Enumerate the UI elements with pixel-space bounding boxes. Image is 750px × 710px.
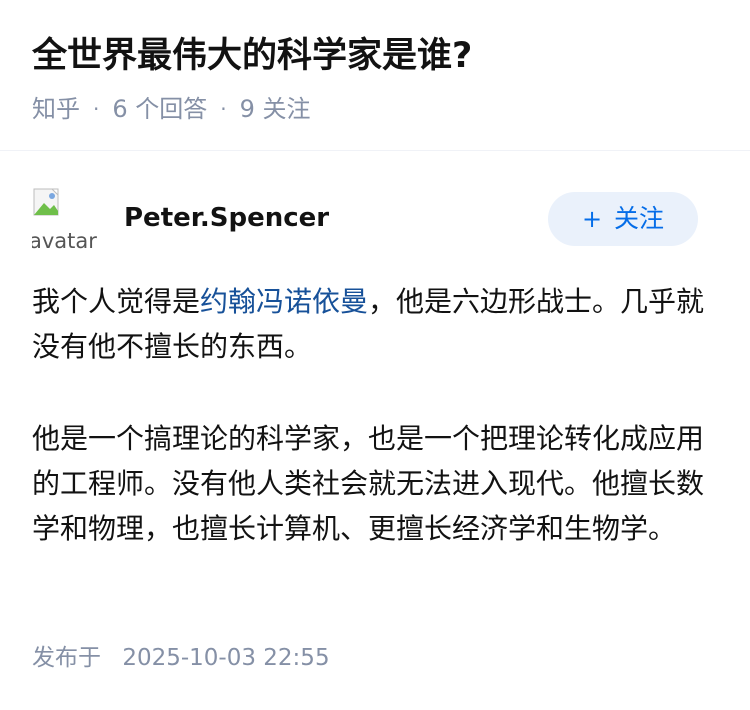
follow-label: 关注 xyxy=(614,204,665,233)
answer-paragraph: 我个人觉得是约翰冯诺依曼，他是六边形战士。几乎就没有他不擅长的东西。 xyxy=(32,279,712,369)
publish-info: 发布于 2025-10-03 22:55 xyxy=(32,641,330,675)
question-title[interactable]: 全世界最伟大的科学家是谁? xyxy=(32,30,718,82)
broken-image-icon xyxy=(33,188,59,216)
meta-separator: · xyxy=(93,97,100,121)
avatar-alt-text: avatar xyxy=(32,229,97,253)
question-header: 全世界最伟大的科学家是谁? 知乎 · 6 个回答 · 9 关注 xyxy=(0,0,750,150)
follow-button[interactable]: + 关注 xyxy=(548,192,698,246)
answer-count[interactable]: 6 个回答 xyxy=(112,84,207,134)
answer-content: 我个人觉得是约翰冯诺依曼，他是六边形战士。几乎就没有他不擅长的东西。 他是一个搞… xyxy=(32,279,712,551)
follower-count[interactable]: 9 关注 xyxy=(240,84,311,134)
source-label[interactable]: 知乎 xyxy=(32,84,80,134)
question-meta: 知乎 · 6 个回答 · 9 关注 xyxy=(32,84,718,134)
meta-separator: · xyxy=(220,97,227,121)
author-name[interactable]: Peter.Spencer xyxy=(124,200,329,236)
author-info: avatar Peter.Spencer + 关注 xyxy=(32,187,698,257)
plus-icon: + xyxy=(581,205,603,233)
publish-time: 2025-10-03 22:55 xyxy=(122,645,330,671)
avatar[interactable]: avatar xyxy=(32,187,98,253)
answer-text: 我个人觉得是 xyxy=(32,285,201,318)
answer-card: avatar Peter.Spencer + 关注 我个人觉得是约翰冯诺依曼，他… xyxy=(0,151,750,710)
answer-paragraph: 他是一个搞理论的科学家，也是一个把理论转化成应用的工程师。没有他人类社会就无法进… xyxy=(32,422,705,545)
entity-link-von-neumann[interactable]: 约翰冯诺依曼 xyxy=(200,285,368,318)
publish-label: 发布于 xyxy=(32,645,101,671)
